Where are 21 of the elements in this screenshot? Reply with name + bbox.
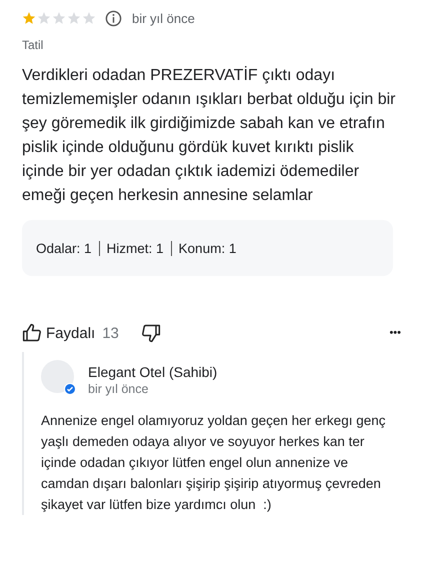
thumbs-up-icon [22,323,42,343]
rating-text: Odalar: 1 [36,240,92,256]
star-icon [67,11,81,25]
reply-author: Elegant Otel (Sahibi) [88,364,218,380]
rating-text: Konum: 1 [178,240,236,256]
trip-type: Tatil [22,38,44,52]
thumbs-down-icon [140,323,161,343]
star-icon [22,11,36,25]
star-icon [37,11,51,25]
helpful-button[interactable]: Faydalı 13 [22,323,119,343]
reply-text: Annenize engel olamıyoruz yoldan geçen her erkegı genç yaşlı demeden odaya alıyor ve soyuyor herkes kan ter içinde odadan çıkıyor lütfen engel olun annenize ve camdan dışarı balonları şişirip şişirip atıyormuş çevreden şikayet var lütfen bize yardımcı olun :) [41,412,386,514]
reply-time: bir yıl önce [88,382,150,396]
star-icon [52,11,66,25]
more-button[interactable]: ••• [389,327,401,339]
rating-text: Hizmet: 1 [106,240,164,256]
avatar [41,360,74,393]
info-icon [105,10,122,26]
thumbs-down-button[interactable] [140,323,161,343]
review-text: Verdikleri odadan PREZERVATİF çıktı odayı temizlememişler odanın ışıkları berbat olduğu için bir şey göremedik ilk girdiğimizde sabah kan ve etrafın pislik içinde olduğunu gördük kuvet kırıktı pislik içinde bir yer odadan çıktık iademizi ödemediler emeği geçen herkesin annesine selamlar [22,65,396,206]
star-icon [82,11,96,25]
review-time: bir yıl önce [132,10,195,26]
